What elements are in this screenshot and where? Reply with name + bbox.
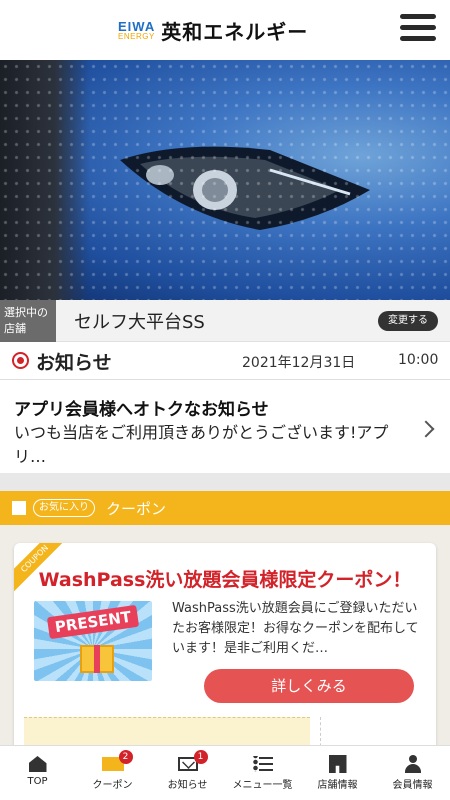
news-header: お知らせ 2021年12月31日 10:00 [0, 342, 450, 380]
coupon-description: WashPass洗い放題会員にご登録いただいたお客様限定！お得なクーポンを配布し… [172, 601, 419, 656]
bottom-navigation: TOP 2 クーポン 1 お知らせ メニュー一覧 店舗情報 会員情報 [0, 745, 450, 800]
favorite-pill: お気に入り [33, 499, 95, 517]
logo-bottom-text: ENERGY [118, 32, 155, 41]
present-banner: PRESENT [46, 604, 140, 640]
nav-item-member[interactable]: 会員情報 [375, 746, 450, 800]
coupon-card-title: WashPass洗い放題会員様限定クーポン！ [38, 569, 412, 591]
chevron-right-icon [417, 420, 435, 438]
brand-logo[interactable]: EIWA ENERGY 英和エネルギー [118, 16, 308, 45]
change-store-button[interactable]: 変更する [378, 311, 438, 331]
nav-label-coupon: クーポン [92, 780, 133, 791]
user-icon [404, 755, 422, 773]
news-time: 10:00 [398, 352, 439, 368]
selected-store-bar: 選択中の店舗 セルフ大平台SS 変更する [0, 300, 450, 342]
square-icon [12, 501, 26, 515]
news-date: 2021年12月31日 [242, 355, 356, 371]
nav-item-top[interactable]: TOP [0, 746, 75, 800]
coupon-list: COUPON WashPass洗い放題会員様限定クーポン！ PRESENT Wa… [0, 525, 450, 751]
news-title: お知らせ [36, 352, 112, 374]
brand-name: 英和エネルギー [161, 20, 309, 44]
coupon-badge: 2 [118, 750, 133, 764]
nav-label-top: TOP [27, 776, 48, 787]
present-image: PRESENT [34, 601, 152, 681]
rain-drops [0, 60, 450, 300]
news-badge: 1 [193, 750, 208, 764]
coupon-detail-button[interactable]: 詳しくみる [204, 669, 414, 703]
news-bullet-icon [12, 352, 29, 369]
nav-item-coupon[interactable]: 2 クーポン [75, 746, 150, 800]
gift-box-icon [80, 645, 114, 673]
list-icon [252, 756, 273, 772]
nav-label-member: 会員情報 [392, 780, 433, 791]
section-divider [0, 473, 450, 491]
news-item-title: アプリ会員様へオトクなお知らせ [14, 400, 269, 420]
home-icon [28, 756, 47, 772]
nav-label-news: お知らせ [167, 780, 208, 791]
nav-label-store: 店舗情報 [317, 780, 358, 791]
nav-label-menu: メニュー一覧 [232, 780, 293, 791]
store-name: セルフ大平台SS [74, 312, 205, 333]
nav-item-menu[interactable]: メニュー一覧 [225, 746, 300, 800]
news-item[interactable]: アプリ会員様へオトクなお知らせ いつも当店をご利用頂きありがとうございます!アプ… [0, 381, 450, 473]
hamburger-menu-icon[interactable] [400, 14, 436, 46]
news-item-body: いつも当店をご利用頂きありがとうございます!アプリ… [14, 423, 389, 466]
store-icon [328, 755, 347, 773]
selected-store-tag: 選択中の店舗 [0, 300, 56, 342]
hero-image [0, 60, 450, 300]
nav-item-news[interactable]: 1 お知らせ [150, 746, 225, 800]
coupon-card[interactable]: COUPON WashPass洗い放題会員様限定クーポン！ PRESENT Wa… [14, 543, 436, 751]
nav-item-store[interactable]: 店舗情報 [300, 746, 375, 800]
coupon-section-header: お気に入り クーポン [0, 491, 450, 525]
app-header: EIWA ENERGY 英和エネルギー [0, 0, 450, 60]
coupon-section-title: クーポン [106, 500, 167, 518]
logo-mark: EIWA ENERGY [118, 20, 155, 41]
